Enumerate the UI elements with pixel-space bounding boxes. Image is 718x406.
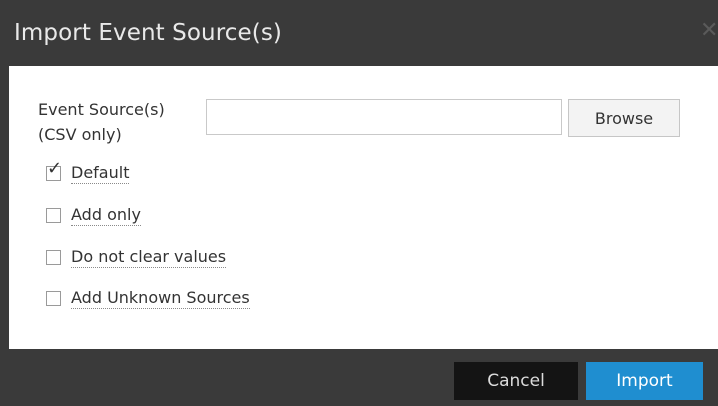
default-checkbox[interactable]: ✓: [46, 159, 62, 181]
option-do-not-clear-values[interactable]: Do not clear values: [46, 246, 227, 268]
option-label[interactable]: Add Unknown Sources: [71, 288, 250, 309]
event-source-field-label: Event Source(s) (CSV only): [38, 97, 165, 147]
option-label[interactable]: Do not clear values: [71, 247, 227, 268]
add-only-checkbox[interactable]: [46, 207, 61, 223]
cancel-button[interactable]: Cancel: [454, 362, 578, 400]
browse-button[interactable]: Browse: [568, 99, 680, 137]
event-source-file-input[interactable]: [206, 99, 562, 135]
do-not-clear-values-checkbox[interactable]: [46, 249, 61, 265]
field-label-line-2: (CSV only): [38, 125, 122, 144]
option-label[interactable]: Default: [71, 163, 130, 184]
import-event-sources-dialog: Import Event Source(s) ✕ Event Source(s)…: [0, 0, 718, 406]
dialog-titlebar: Import Event Source(s) ✕: [0, 0, 718, 66]
close-icon[interactable]: ✕: [700, 20, 718, 42]
option-add-only[interactable]: Add only: [46, 204, 141, 226]
dialog-title: Import Event Source(s): [14, 20, 282, 46]
option-add-unknown-sources[interactable]: Add Unknown Sources: [46, 287, 250, 309]
checkmark-icon: ✓: [47, 157, 63, 179]
option-default[interactable]: ✓ Default: [46, 159, 130, 184]
field-label-line-1: Event Source(s): [38, 100, 165, 119]
add-unknown-sources-checkbox[interactable]: [46, 290, 61, 306]
option-label[interactable]: Add only: [71, 205, 141, 226]
import-button[interactable]: Import: [586, 362, 703, 400]
dialog-body: Event Source(s) (CSV only) Browse ✓ Defa…: [9, 66, 718, 349]
